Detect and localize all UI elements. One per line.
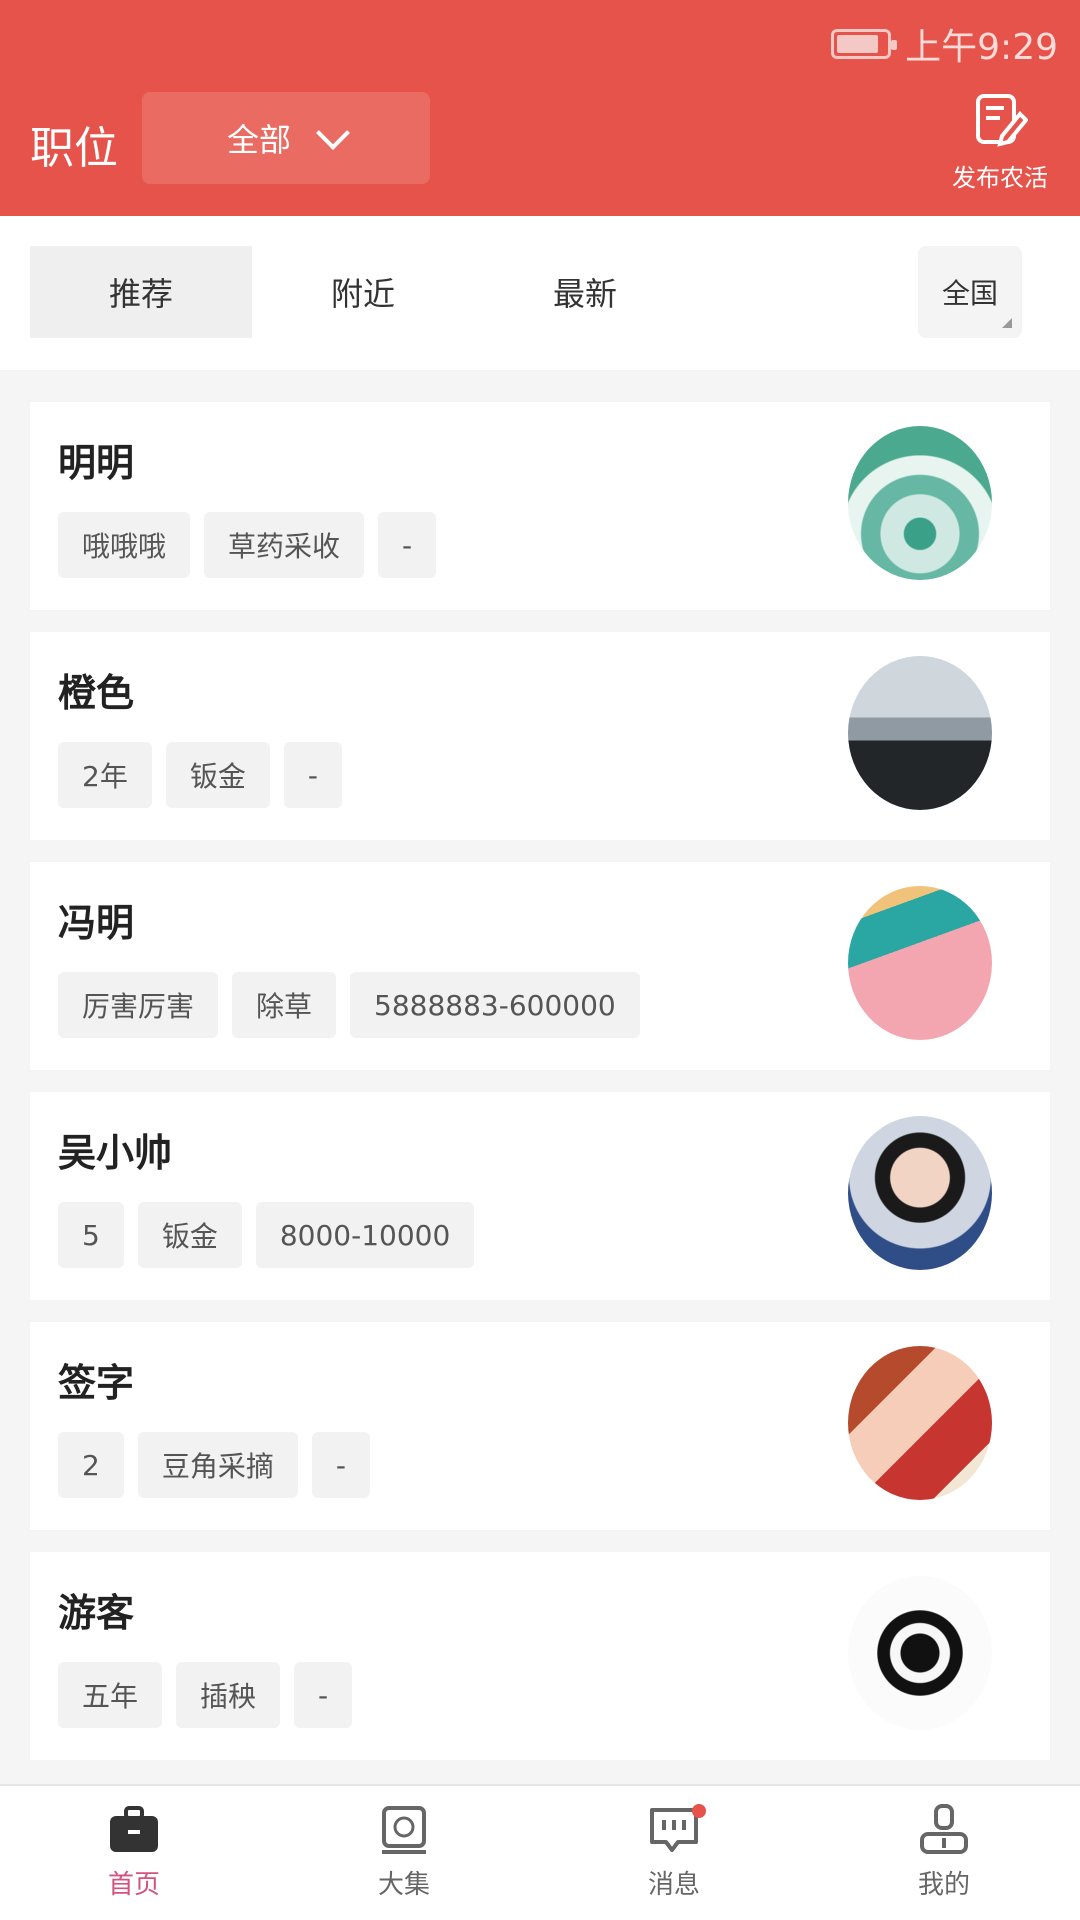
tag: - bbox=[378, 512, 437, 578]
tag: 草药采收 bbox=[204, 512, 365, 578]
edit-document-icon bbox=[976, 94, 1028, 147]
nav-label: 消息 bbox=[647, 1870, 700, 1900]
corner-triangle-icon bbox=[1002, 318, 1012, 328]
job-card[interactable]: 冯明 厉害厉害 除草 5888883-600000 bbox=[30, 862, 1050, 1070]
tag: 除草 bbox=[232, 972, 337, 1038]
unread-badge bbox=[692, 1804, 706, 1818]
tag-list: 五年 插秧 - bbox=[58, 1662, 353, 1728]
tag-list: 5 钣金 8000-10000 bbox=[58, 1202, 475, 1268]
tag-list: 2年 钣金 - bbox=[58, 742, 342, 808]
tag: - bbox=[283, 742, 342, 808]
tag: 2 bbox=[58, 1432, 124, 1498]
avatar[interactable] bbox=[848, 1576, 992, 1730]
nav-label: 我的 bbox=[917, 1870, 970, 1900]
job-list: 明明 哦哦哦 草药采收 - 橙色 2年 钣金 - 冯明 厉害厉害 除草 5888… bbox=[30, 402, 1050, 1782]
avatar[interactable] bbox=[848, 886, 992, 1040]
worker-name: 游客 bbox=[58, 1591, 135, 1635]
tag: 5 bbox=[58, 1202, 124, 1268]
worker-name: 橙色 bbox=[58, 671, 135, 715]
tag: - bbox=[294, 1662, 353, 1728]
publish-label: 发布农活 bbox=[952, 164, 1048, 192]
status-time: 上午9:29 bbox=[905, 27, 1058, 68]
tag: 厉害厉害 bbox=[58, 972, 219, 1038]
tag: 5888883-600000 bbox=[350, 972, 640, 1038]
avatar[interactable] bbox=[848, 426, 992, 580]
nav-market[interactable]: 大集 bbox=[344, 1804, 464, 1901]
region-selector[interactable]: 全国 bbox=[918, 246, 1022, 338]
job-card[interactable]: 橙色 2年 钣金 - bbox=[30, 632, 1050, 840]
worker-name: 明明 bbox=[58, 441, 135, 485]
filter-bar: 推荐 附近 最新 全国 bbox=[0, 216, 1080, 370]
tab-latest[interactable]: 最新 bbox=[474, 246, 696, 338]
tag: 豆角采摘 bbox=[137, 1432, 298, 1498]
battery-level bbox=[837, 35, 878, 53]
job-card[interactable]: 游客 五年 插秧 - bbox=[30, 1552, 1050, 1760]
market-icon bbox=[382, 1806, 426, 1854]
tag: 8000-10000 bbox=[255, 1202, 475, 1268]
status-bar: 上午9:29 bbox=[831, 18, 1058, 70]
worker-name: 冯明 bbox=[58, 901, 135, 945]
tab-recommended[interactable]: 推荐 bbox=[30, 246, 252, 338]
job-type-dropdown[interactable]: 全部 bbox=[142, 92, 430, 184]
nav-label: 首页 bbox=[107, 1870, 160, 1900]
tag-list: 2 豆角采摘 - bbox=[58, 1432, 370, 1498]
top-header: 上午9:29 职位 全部 发布农活 bbox=[0, 0, 1080, 216]
tag: 五年 bbox=[58, 1662, 163, 1728]
bottom-navigation: 首页 大集 消息 我的 bbox=[0, 1784, 1080, 1920]
tag: 钣金 bbox=[137, 1202, 242, 1268]
nav-label: 大集 bbox=[377, 1870, 430, 1900]
page-title: 职位 bbox=[30, 123, 118, 174]
avatar[interactable] bbox=[848, 656, 992, 810]
tag-list: 厉害厉害 除草 5888883-600000 bbox=[58, 972, 640, 1038]
profile-icon bbox=[920, 1804, 968, 1854]
worker-name: 吴小帅 bbox=[58, 1131, 173, 1175]
tag: 2年 bbox=[58, 742, 152, 808]
tag: 钣金 bbox=[165, 742, 270, 808]
publish-job-button[interactable]: 发布农活 bbox=[948, 92, 1052, 193]
nav-profile[interactable]: 我的 bbox=[884, 1804, 1004, 1901]
tag: - bbox=[311, 1432, 370, 1498]
chevron-down-icon bbox=[316, 116, 350, 150]
battery-icon bbox=[831, 29, 898, 59]
job-card[interactable]: 明明 哦哦哦 草药采收 - bbox=[30, 402, 1050, 610]
dropdown-value: 全部 bbox=[226, 121, 291, 159]
avatar[interactable] bbox=[848, 1116, 992, 1270]
nav-messages[interactable]: 消息 bbox=[614, 1804, 734, 1901]
worker-name: 签字 bbox=[58, 1361, 135, 1405]
avatar[interactable] bbox=[848, 1346, 992, 1500]
tag: 哦哦哦 bbox=[58, 512, 191, 578]
tag-list: 哦哦哦 草药采收 - bbox=[58, 512, 437, 578]
nav-home[interactable]: 首页 bbox=[74, 1804, 194, 1901]
briefcase-icon bbox=[110, 1806, 158, 1852]
tag: 插秧 bbox=[176, 1662, 281, 1728]
tab-nearby[interactable]: 附近 bbox=[252, 246, 474, 338]
region-label: 全国 bbox=[941, 277, 998, 310]
job-card[interactable]: 签字 2 豆角采摘 - bbox=[30, 1322, 1050, 1530]
job-card[interactable]: 吴小帅 5 钣金 8000-10000 bbox=[30, 1092, 1050, 1300]
